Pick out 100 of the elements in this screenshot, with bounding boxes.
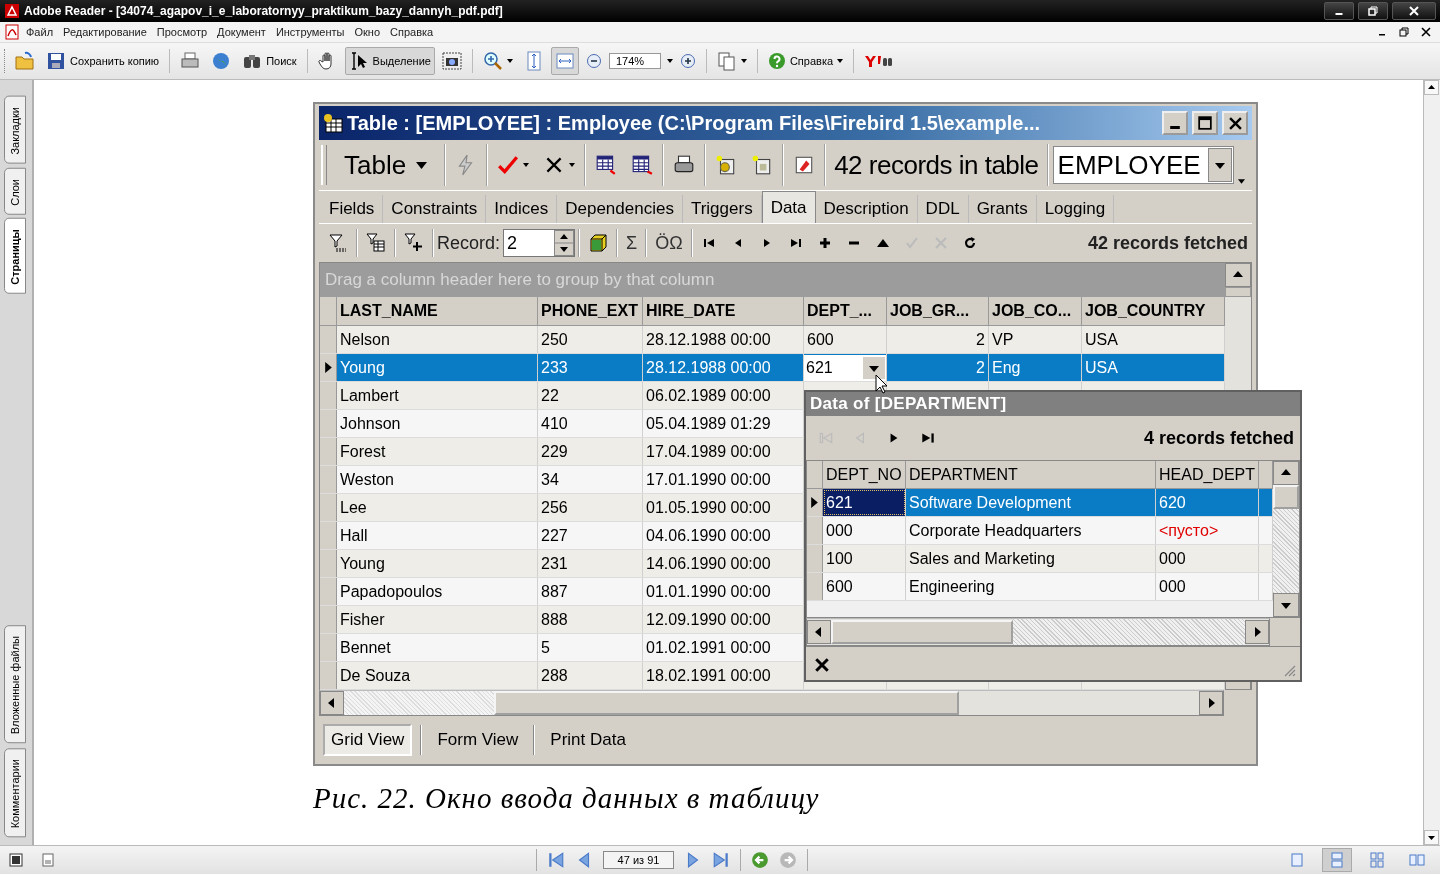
tab[interactable]: Triggers: [682, 195, 762, 223]
maximize-button[interactable]: [1192, 111, 1218, 135]
back-icon[interactable]: [751, 851, 770, 869]
tab[interactable]: Dependencies: [557, 195, 683, 223]
caret-icon: [523, 163, 530, 167]
column-header[interactable]: JOB_GR...: [887, 297, 989, 325]
table-row[interactable]: 100 Sales and Marketing 000: [807, 545, 1273, 573]
column-header[interactable]: PHONE_EXT: [538, 297, 643, 325]
caret-icon: [506, 59, 513, 63]
column-header[interactable]: DEPT_...: [804, 297, 887, 325]
last-record-icon[interactable]: [920, 430, 936, 446]
column-header[interactable]: JOB_CO...: [989, 297, 1082, 325]
table-cell: Bennet: [337, 634, 538, 661]
first-page-icon[interactable]: [546, 851, 565, 869]
fit-width-icon: [554, 51, 575, 71]
horizontal-scrollbar[interactable]: [806, 618, 1270, 646]
record-count: 42 records in table: [833, 149, 1040, 181]
tab[interactable]: Indices: [486, 195, 558, 223]
scroll-up-icon[interactable]: [1273, 461, 1299, 485]
table-cell: 100: [823, 545, 906, 572]
minimize-button[interactable]: [1324, 2, 1354, 20]
restore-button[interactable]: [1358, 2, 1388, 20]
side-tab[interactable]: Закладки: [4, 96, 26, 164]
help-button[interactable]: Справка: [763, 47, 848, 75]
search-button[interactable]: Поиск: [238, 47, 301, 75]
side-tab[interactable]: Комментарии: [4, 747, 26, 837]
dropdown-field[interactable]: 621: [804, 354, 886, 381]
sum-button[interactable]: Σ: [621, 228, 643, 258]
table-cell: 410: [538, 410, 643, 437]
folder-icon: [15, 51, 35, 71]
tab[interactable]: Constraints: [383, 195, 487, 223]
tab[interactable]: Data: [761, 191, 816, 223]
panel-icon[interactable]: [8, 852, 24, 868]
view-tab[interactable]: Grid View: [323, 724, 413, 756]
table-menu-button[interactable]: Table: [331, 145, 441, 185]
scroll-down-icon[interactable]: [1424, 830, 1439, 845]
column-header[interactable]: DEPT_NO: [823, 461, 906, 488]
table-cell: 620: [1156, 489, 1259, 516]
tab[interactable]: Description: [815, 195, 918, 223]
table-combo[interactable]: EMPLOYEE: [1052, 146, 1234, 184]
record-spinner[interactable]: 2: [503, 229, 576, 257]
menu-item[interactable]: Документ: [213, 26, 270, 38]
scroll-right-icon[interactable]: [1199, 691, 1223, 715]
first-record-icon[interactable]: [701, 236, 716, 250]
table-cell: <пусто>: [1156, 517, 1259, 544]
table-cell: VP: [989, 326, 1082, 353]
charset-button[interactable]: ÖΩ: [650, 228, 688, 258]
menu-item[interactable]: Файл: [22, 26, 58, 38]
close-button[interactable]: [1392, 2, 1436, 20]
scroll-left-icon[interactable]: [807, 620, 831, 644]
restore-icon[interactable]: [1399, 27, 1409, 37]
select-tool-button[interactable]: Выделение: [344, 47, 435, 75]
page-number-field[interactable]: 47 из 91: [602, 851, 675, 869]
last-record-icon[interactable]: [788, 236, 803, 250]
scroll-left-icon[interactable]: [320, 691, 344, 715]
view-tab[interactable]: Print Data: [543, 724, 633, 756]
menu-item[interactable]: Редактирование: [59, 26, 151, 38]
column-header[interactable]: DEPARTMENT: [906, 461, 1156, 488]
scroll-thumb[interactable]: [1225, 287, 1251, 297]
scroll-up-icon[interactable]: [1424, 80, 1439, 95]
column-header[interactable]: HIRE_DATE: [643, 297, 804, 325]
table-cell: Nelson: [337, 326, 538, 353]
side-tab[interactable]: Страницы: [4, 218, 26, 295]
tab[interactable]: Fields: [321, 195, 384, 223]
help-icon: [767, 52, 786, 70]
table-cell: Johnson: [337, 410, 538, 437]
scroll-right-icon[interactable]: [1245, 620, 1269, 644]
table-cell: Corporate Headquarters: [906, 517, 1156, 544]
menu-item[interactable]: Справка: [386, 26, 438, 38]
menu-item[interactable]: Инструменты: [271, 26, 349, 38]
camera-icon: [441, 51, 462, 71]
close-icon[interactable]: [814, 657, 830, 673]
tab[interactable]: Logging: [1036, 195, 1115, 223]
refresh-icon[interactable]: [962, 236, 977, 250]
table-row[interactable]: 000 Corporate Headquarters <пусто>: [807, 517, 1273, 545]
close-icon[interactable]: [1421, 27, 1431, 37]
add-icon[interactable]: [817, 236, 832, 250]
view-tab[interactable]: Form View: [430, 724, 526, 756]
menu-item[interactable]: Просмотр: [152, 26, 212, 38]
resize-grip-icon[interactable]: [1282, 663, 1296, 677]
side-tab[interactable]: Слои: [4, 167, 26, 215]
table-row[interactable]: Young 233 28.12.1988 00:00 621 2 Eng USA: [320, 354, 1225, 382]
table-row[interactable]: 621 Software Development 620: [807, 489, 1273, 517]
overflow-icon[interactable]: [1237, 179, 1245, 184]
page-scrollbar[interactable]: [1423, 80, 1440, 845]
table-row[interactable]: Nelson 250 28.12.1988 00:00 600 2 VP USA: [320, 326, 1225, 354]
vertical-scrollbar[interactable]: [1273, 461, 1299, 617]
column-header[interactable]: LAST_NAME: [337, 297, 538, 325]
scroll-down-icon[interactable]: [1273, 593, 1299, 617]
tab[interactable]: Grants: [968, 195, 1037, 223]
column-header[interactable]: HEAD_DEPT: [1156, 461, 1259, 488]
table-row[interactable]: 600 Engineering 000: [807, 573, 1273, 601]
menu-item[interactable]: Окно: [350, 26, 385, 38]
scroll-up-icon[interactable]: [1225, 263, 1251, 287]
last-page-icon[interactable]: [712, 851, 731, 869]
save-copy-button[interactable]: Сохранить копию: [42, 47, 164, 75]
check-icon[interactable]: [904, 236, 919, 250]
side-tab[interactable]: Вложенные файлы: [4, 625, 26, 744]
tab[interactable]: DDL: [917, 195, 969, 223]
horizontal-scrollbar[interactable]: [319, 690, 1224, 716]
